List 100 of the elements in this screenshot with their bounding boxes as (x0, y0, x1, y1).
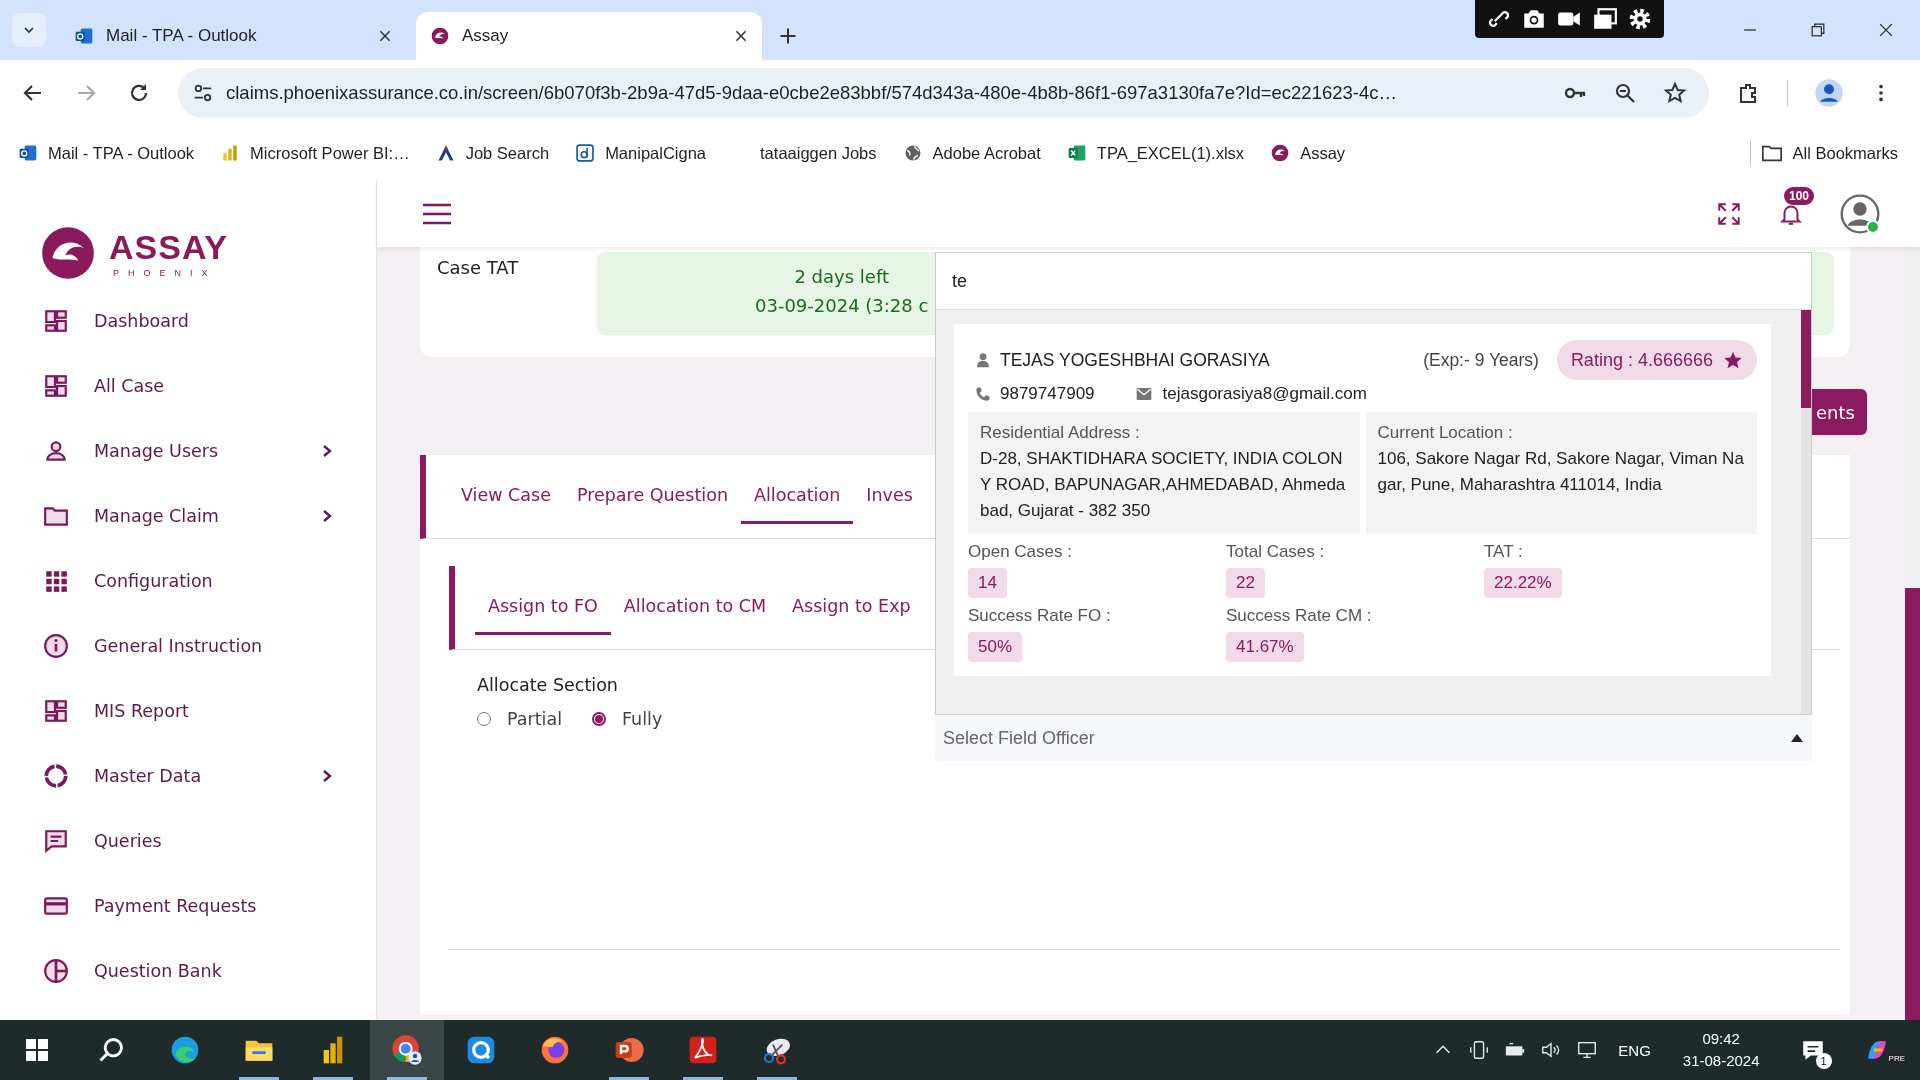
case-tat-label: Case TAT (436, 256, 520, 280)
sidebar-item[interactable]: MIS Report (0, 678, 376, 743)
device-icon[interactable] (1468, 1039, 1491, 1061)
stat-label: Success Rate CM : (1226, 606, 1372, 626)
bookmark-link[interactable]: Assay (1300, 143, 1346, 163)
sidebar-item[interactable]: Master Data (0, 743, 376, 808)
dashboard-icon (43, 697, 69, 724)
sidebar-item[interactable]: Payment Requests (0, 873, 376, 938)
phoenix-logo-icon (430, 26, 450, 46)
sidebar-item[interactable]: Manage Users (0, 418, 376, 483)
sidebar-item[interactable]: Dashboard (0, 288, 376, 353)
officer-name: TEJAS YOGESHBHAI GORASIYA (1000, 349, 1270, 371)
tab[interactable]: Allocation (741, 469, 854, 524)
bookmark-link[interactable]: ManipalCigna (605, 143, 707, 163)
sidebar-item[interactable]: Configuration (0, 548, 376, 613)
sidebar-item[interactable]: Queries (0, 808, 376, 873)
bookmark-link[interactable]: TPA_EXCEL(1).xlsx (1096, 143, 1245, 163)
address-bar[interactable]: claims.phoenixassurance.co.in/screen/6b070f3b-2b9a-47d5-9daa-e0cbe2e83bbf/574d343a-480e-4b8b-86f1-697a3130fa7e?Id=ec221623-4c… (178, 68, 1709, 118)
pie-chart-icon (43, 957, 69, 984)
dashboard-icon (43, 372, 69, 399)
current-location: 106, Sakore Nagar Rd, Sakore Nagar, Viman Nagar, Pune, Maharashtra 411014, India (1377, 448, 1745, 496)
phoenix-logo-icon (1270, 143, 1291, 163)
days-left-text: 2 days left (794, 265, 889, 289)
ring-icon (43, 762, 69, 789)
sidebar-item[interactable]: All Case (0, 353, 376, 418)
tab[interactable]: Inves (853, 469, 926, 524)
close-icon[interactable] (734, 29, 748, 43)
person-icon (975, 351, 991, 369)
stat-value: 22.22% (1484, 568, 1562, 598)
bookmark-link[interactable]: Microsoft Power BI:… (250, 143, 410, 163)
bookmark-link[interactable]: tataaiggen Jobs (760, 143, 877, 163)
fullscreen-icon[interactable] (1716, 200, 1742, 227)
network-icon[interactable] (1576, 1039, 1599, 1061)
radio-option[interactable]: Partial (477, 709, 562, 729)
stat-value: 50% (968, 632, 1023, 662)
logo-text: ASSAY (109, 230, 229, 264)
browser-profile-icon (391, 1034, 423, 1066)
tab[interactable]: Allocation to CM (610, 580, 780, 635)
user-avatar-icon[interactable] (1840, 193, 1880, 234)
close-icon[interactable] (378, 29, 392, 43)
plus-icon[interactable] (778, 26, 798, 46)
clock[interactable]: 09:42 31-08-2024 (1682, 1028, 1760, 1072)
notification-count: 1 (1815, 1053, 1832, 1069)
stat-value: 22 (1226, 568, 1265, 598)
preview-badge: PRE (1887, 1054, 1906, 1063)
pdf-reader-icon (687, 1034, 719, 1066)
bookmark-link[interactable]: Adobe Acrobat (932, 143, 1041, 163)
action-button[interactable]: ents (1812, 389, 1867, 435)
stat-label: Total Cases : (1226, 542, 1325, 562)
tab[interactable]: Assign to Exp (779, 580, 924, 635)
stat-value: 14 (968, 568, 1007, 598)
browser-tab[interactable]: Mail - TPA - Outlook (60, 12, 406, 60)
sidebar-item[interactable]: General Instruction (0, 613, 376, 678)
rating-badge: Rating : 4.666666 (1556, 340, 1757, 380)
star-icon (1723, 350, 1743, 370)
bookmark-link[interactable]: Job Search (465, 143, 550, 163)
square-logo-icon (575, 143, 596, 163)
stat-label: Open Cases : (968, 542, 1072, 562)
fox-browser-icon (539, 1034, 571, 1066)
tab[interactable]: Assign to FO (475, 580, 611, 635)
mail-app-icon (74, 26, 94, 46)
mail-app-icon (18, 143, 38, 163)
sidebar-item[interactable]: Manage Claim (0, 483, 376, 548)
taskbar-app-button[interactable] (370, 1020, 444, 1080)
chat-icon (43, 827, 69, 854)
site-settings-icon[interactable] (192, 82, 214, 104)
bookmark-link[interactable]: Mail - TPA - Outlook (48, 143, 195, 163)
result-card[interactable] (954, 324, 1771, 676)
select-field[interactable]: Select Field Officer (935, 715, 1812, 761)
phone-number: 9879747909 (1000, 384, 1095, 404)
phone-icon (975, 386, 991, 402)
browser-tab[interactable]: Assay (416, 12, 762, 60)
spreadsheet-icon (1066, 143, 1087, 163)
due-date-text: 03-09-2024 (3:28 c (755, 294, 929, 318)
profile-avatar-icon[interactable] (1814, 78, 1844, 108)
chat-app-icon (465, 1034, 497, 1066)
email-address: tejasgorasiya8@gmail.com (1162, 384, 1367, 404)
logo-tagline: PHOENIX (112, 268, 218, 278)
windows-logo-icon (25, 1038, 49, 1062)
dashboard-icon (43, 307, 69, 334)
search-field[interactable]: te (950, 269, 1811, 293)
menu-icon[interactable] (422, 201, 452, 226)
stat-label: TAT : (1484, 542, 1523, 562)
stat-value: 41.67% (1226, 632, 1304, 662)
radio-option[interactable]: Fully (592, 709, 663, 729)
bookmark-link[interactable]: All Bookmarks (1792, 143, 1898, 163)
info-icon (43, 632, 69, 659)
windows-stack-icon[interactable] (1591, 6, 1618, 32)
tab[interactable]: Prepare Question (563, 469, 741, 524)
caret-up-icon (1791, 734, 1803, 742)
language-indicator[interactable]: ENG (1618, 1041, 1651, 1059)
notification-badge: 100 (1784, 186, 1815, 205)
tab[interactable]: View Case (448, 469, 564, 524)
zoom-icon[interactable] (1613, 81, 1637, 105)
residential-address: D-28, SHAKTIDHARA SOCIETY, INDIA COLONY ROAD, BAPUNAGAR,AHMEDABAD, Ahmedabad, Gujarat - 382 350 (980, 448, 1347, 522)
field-label: Current Location : (1377, 422, 1514, 444)
bookmark-star-icon[interactable] (1663, 81, 1687, 105)
sidebar-item[interactable]: Question Bank (0, 938, 376, 1003)
field-label: Residential Address : (980, 422, 1141, 444)
section-label: Allocate Section (477, 675, 619, 695)
